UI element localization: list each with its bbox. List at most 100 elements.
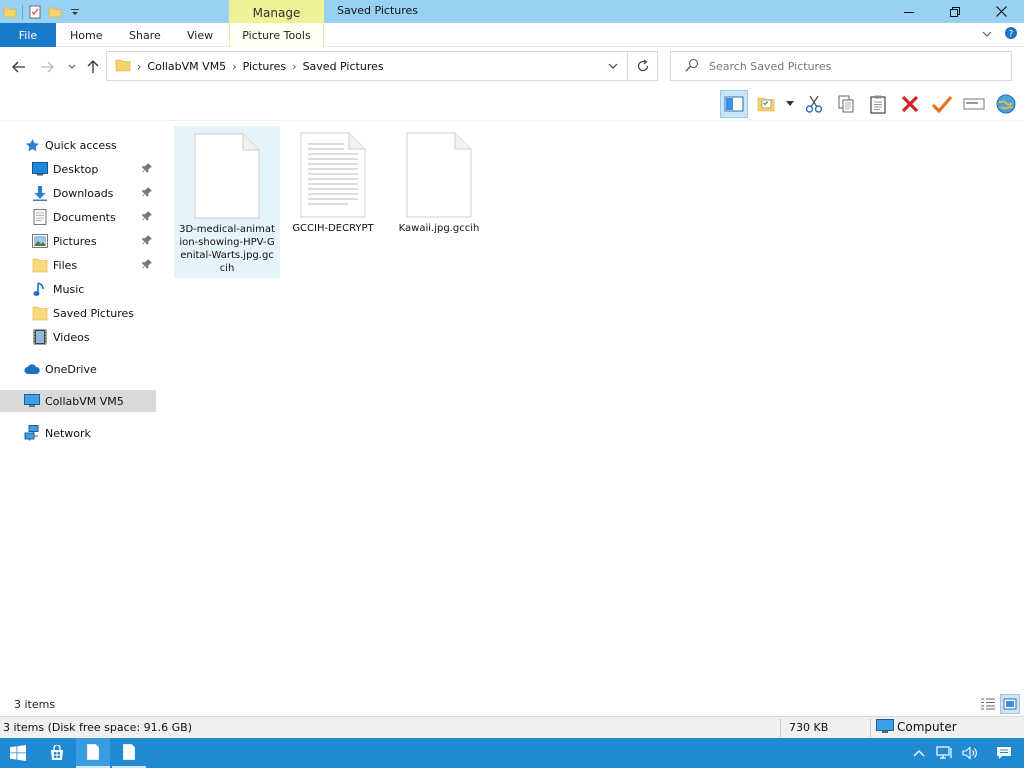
tab-picture-tools[interactable]: Picture Tools [229, 23, 324, 47]
qat-folder-icon[interactable] [0, 2, 20, 22]
pin-icon [142, 211, 152, 224]
documents-icon [32, 209, 48, 225]
tab-file[interactable]: File [0, 23, 56, 47]
checkmark-icon[interactable] [928, 90, 956, 118]
tab-view[interactable]: View [187, 23, 213, 47]
sidebar-item-downloads[interactable]: Downloads [0, 182, 156, 204]
back-arrow-icon[interactable] [10, 58, 28, 76]
up-arrow-icon[interactable] [84, 58, 102, 76]
sidebar-item-network[interactable]: Network [0, 422, 156, 444]
sidebar-item-this-pc[interactable]: CollabVM VM5 [0, 390, 156, 412]
sidebar-item-files[interactable]: Files [0, 254, 156, 276]
restore-button[interactable] [932, 0, 978, 23]
store-icon[interactable] [40, 738, 74, 768]
sidebar-item-label: Files [53, 258, 78, 272]
paste-icon[interactable] [864, 90, 892, 118]
blank-file-icon [194, 133, 260, 219]
svg-text:?: ? [1009, 30, 1014, 40]
network-tray-icon[interactable] [932, 738, 958, 768]
folder-icon [32, 305, 48, 321]
quick-access-toolbar [0, 0, 85, 23]
search-input[interactable] [709, 57, 999, 75]
file-name: 3D-medical-animation-showing-HPV-Genital… [179, 224, 275, 274]
search-icon [685, 58, 699, 75]
pin-icon [142, 163, 152, 176]
minimize-button[interactable] [886, 0, 932, 23]
properties-icon[interactable] [752, 90, 780, 118]
taskbar [0, 738, 1024, 768]
blank-file-icon [406, 132, 472, 218]
star-icon [24, 137, 40, 153]
sidebar-item-label: Desktop [53, 162, 99, 176]
sidebar-item-saved-pictures[interactable]: Saved Pictures [0, 302, 156, 324]
pin-icon [142, 259, 152, 272]
address-dropdown-icon[interactable] [605, 58, 621, 74]
sidebar-item-music[interactable]: Music [0, 278, 156, 300]
pin-icon [142, 187, 152, 200]
manage-tab[interactable]: Manage [229, 0, 324, 23]
address-folder-icon [115, 58, 131, 75]
action-center-icon[interactable] [984, 738, 1024, 768]
sidebar-item-label: Videos [53, 330, 90, 344]
address-bar[interactable]: › CollabVM VM5 › Pictures › Saved Pictur… [106, 51, 658, 81]
sidebar-item-desktop[interactable]: Desktop [0, 158, 156, 180]
sidebar-item-videos[interactable]: Videos [0, 326, 156, 348]
preview-pane-icon[interactable] [720, 90, 748, 118]
pictures-icon [32, 233, 48, 249]
sidebar-item-label: Music [53, 282, 85, 296]
computer-icon [24, 393, 40, 409]
file-name: Kawaii.jpg.gccih [398, 223, 480, 234]
sidebar-item-documents[interactable]: Documents [0, 206, 156, 228]
downloads-icon [32, 185, 48, 201]
taskbar-file-icon[interactable] [112, 738, 146, 768]
file-item[interactable]: 3D-medical-animation-showing-HPV-Genital… [174, 126, 280, 278]
sidebar-item-label: Pictures [53, 234, 97, 248]
file-name: GCCIH-DECRYPT [292, 223, 374, 234]
qat-new-folder-icon[interactable] [45, 2, 65, 22]
start-button[interactable] [0, 738, 36, 768]
folder-icon [32, 257, 48, 273]
location-label: Computer [897, 720, 957, 734]
show-hidden-icons-chevron-icon[interactable] [906, 738, 932, 768]
close-button[interactable] [978, 0, 1024, 23]
search-box[interactable] [670, 51, 1012, 81]
breadcrumb-collabvm[interactable]: CollabVM VM5 [147, 60, 226, 73]
details-view-icon[interactable] [978, 694, 998, 714]
file-item[interactable]: GCCIH-DECRYPT [280, 126, 386, 239]
tab-share[interactable]: Share [129, 23, 161, 47]
title-bar: Manage Saved Pictures [0, 0, 1024, 23]
expand-ribbon-icon[interactable] [982, 28, 992, 41]
location-computer-icon [876, 719, 894, 737]
help-icon[interactable]: ? [1004, 26, 1018, 43]
navigation-pane: Quick access Desktop Downloads Documents… [0, 132, 160, 692]
windows-logo-icon [10, 745, 26, 761]
qat-properties-icon[interactable] [25, 2, 45, 22]
taskbar-file-icon[interactable] [76, 738, 110, 768]
onedrive-cloud-icon [24, 361, 40, 377]
rename-icon[interactable] [960, 90, 988, 118]
tab-home[interactable]: Home [70, 23, 102, 47]
forward-arrow-icon[interactable] [38, 58, 56, 76]
qat-customize-icon[interactable] [65, 2, 85, 22]
large-icons-view-icon[interactable] [1000, 694, 1020, 714]
sidebar-item-onedrive[interactable]: OneDrive [0, 358, 156, 380]
cut-icon[interactable] [800, 90, 828, 118]
breadcrumb-saved-pictures[interactable]: Saved Pictures [303, 60, 384, 73]
copy-icon[interactable] [832, 90, 860, 118]
properties-dropdown-icon[interactable] [784, 90, 796, 118]
sidebar-item-pictures[interactable]: Pictures [0, 230, 156, 252]
file-item[interactable]: Kawaii.jpg.gccih [386, 126, 492, 239]
sidebar-item-label: Documents [53, 210, 116, 224]
sidebar-item-label: OneDrive [45, 362, 97, 376]
globe-icon[interactable] [992, 90, 1020, 118]
window-title: Saved Pictures [337, 4, 419, 17]
videos-icon [32, 329, 48, 345]
breadcrumb-pictures[interactable]: Pictures [243, 60, 287, 73]
window-status-bar: 3 items (Disk free space: 91.6 GB) 730 K… [0, 716, 1024, 738]
refresh-icon[interactable] [627, 52, 657, 80]
explorer-status-bar: 3 items [0, 692, 1024, 716]
delete-icon[interactable] [896, 90, 924, 118]
sidebar-item-quick-access[interactable]: Quick access [0, 134, 156, 156]
recent-locations-icon[interactable] [63, 58, 81, 76]
volume-icon[interactable] [958, 738, 984, 768]
